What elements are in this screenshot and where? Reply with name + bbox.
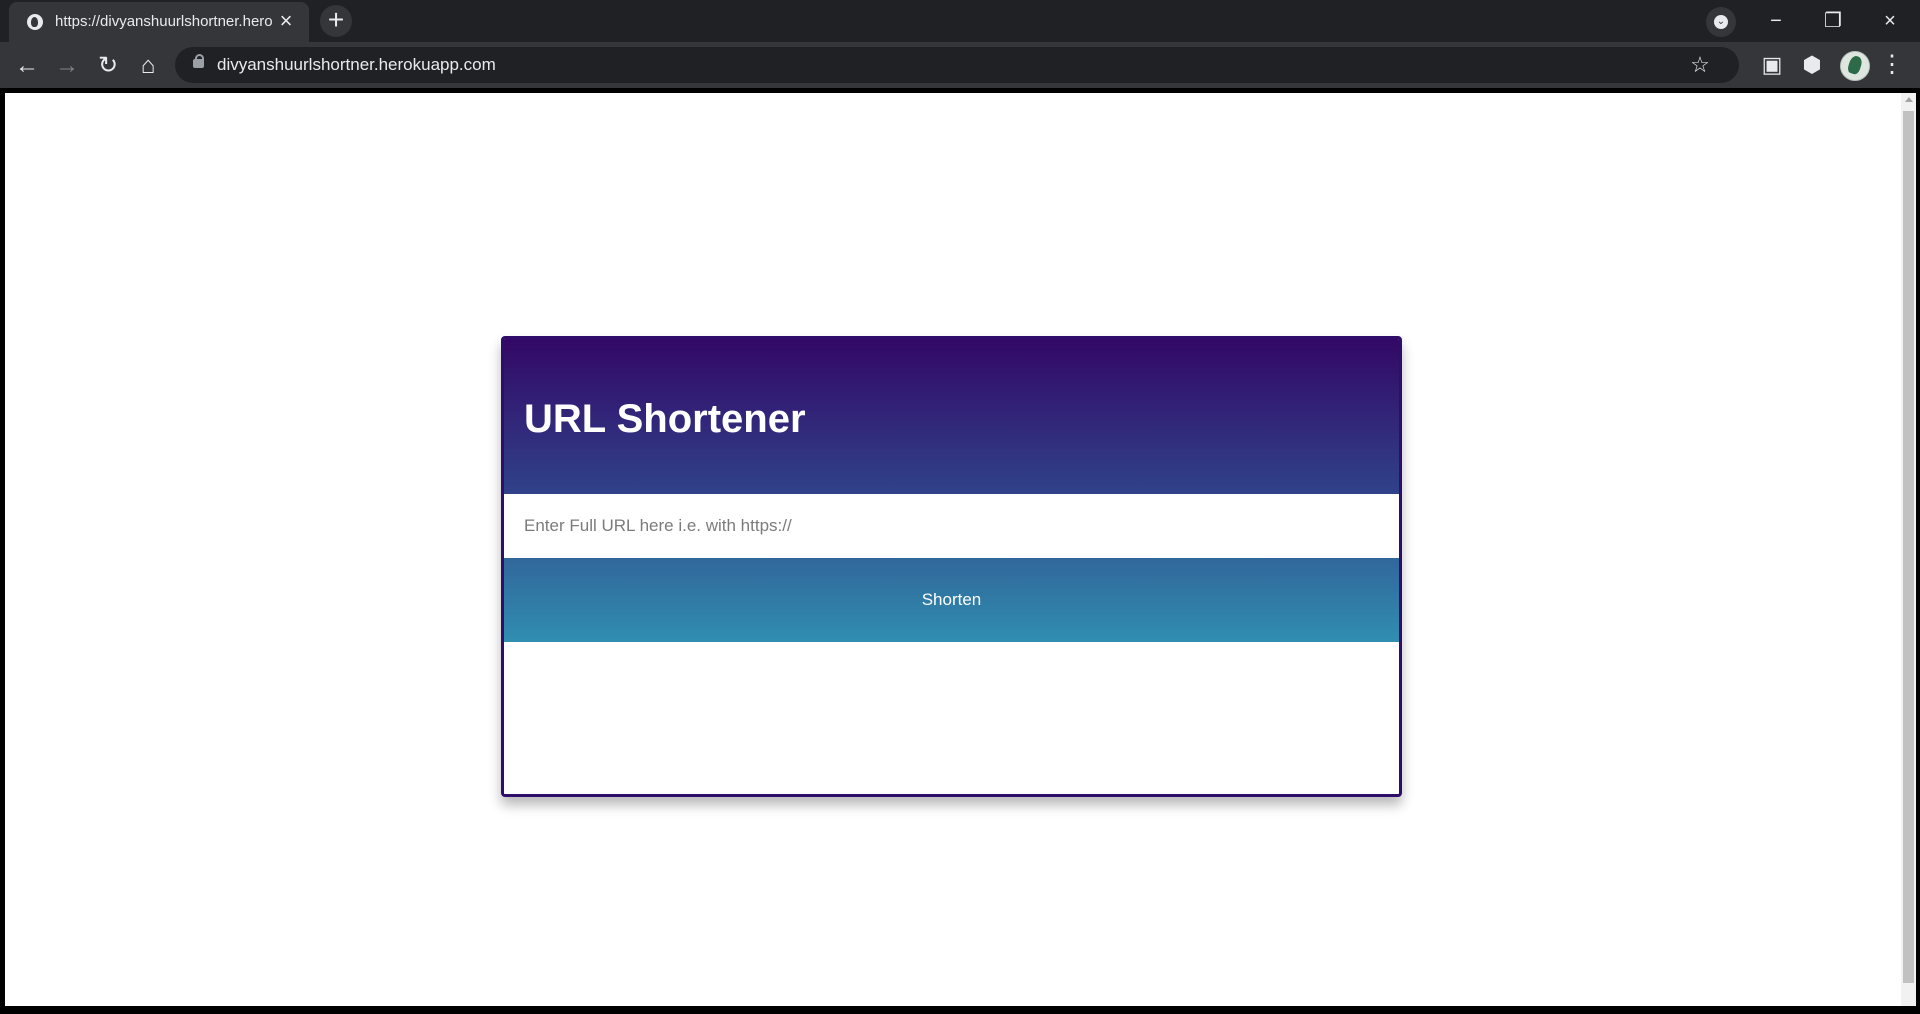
new-tab-button[interactable]: + — [320, 5, 352, 37]
browser-tab[interactable]: https://divyanshuurlshortner.herokuapp.c… — [9, 2, 309, 42]
minimize-icon[interactable]: − — [1754, 8, 1798, 34]
reading-list-icon[interactable]: ▣ — [1756, 49, 1788, 81]
card-header: URL Shortener — [504, 339, 1399, 494]
bookmark-star-icon[interactable]: ☆ — [1689, 52, 1711, 78]
lock-icon[interactable] — [193, 54, 204, 68]
restore-icon[interactable]: ❐ — [1811, 8, 1855, 34]
browser-titlebar: https://divyanshuurlshortner.herokuapp.c… — [0, 0, 1920, 42]
home-button[interactable]: ⌂ — [132, 50, 164, 82]
tab-search-button[interactable]: ⌄ — [1706, 7, 1736, 37]
address-bar[interactable]: divyanshuurlshortner.herokuapp.com ☆ — [175, 47, 1739, 83]
browser-toolbar: ← → ↻ ⌂ divyanshuurlshortner.herokuapp.c… — [0, 42, 1920, 88]
globe-icon — [27, 14, 43, 30]
page-viewport: URL Shortener Shorten — [5, 93, 1901, 1006]
url-input[interactable] — [504, 494, 1399, 558]
vertical-scrollbar[interactable] — [1901, 93, 1916, 1006]
result-area — [504, 642, 1399, 794]
shorten-button[interactable]: Shorten — [504, 558, 1399, 642]
address-url[interactable]: divyanshuurlshortner.herokuapp.com — [217, 55, 496, 75]
scroll-up-arrow-icon[interactable] — [1905, 97, 1913, 102]
scrollbar-thumb[interactable] — [1903, 111, 1914, 983]
back-button[interactable]: ← — [11, 50, 43, 82]
window-close-icon[interactable]: × — [1868, 8, 1912, 34]
extensions-icon[interactable]: ⬢ — [1796, 49, 1828, 81]
profile-avatar[interactable] — [1840, 51, 1870, 81]
reload-button[interactable]: ↻ — [92, 50, 124, 82]
tab-title: https://divyanshuurlshortner.herokuapp.c… — [55, 13, 273, 30]
url-shortener-card: URL Shortener Shorten — [501, 336, 1402, 797]
forward-button[interactable]: → — [51, 50, 83, 82]
browser-menu-icon[interactable]: ⋮ — [1880, 50, 1904, 82]
close-icon[interactable]: × — [276, 10, 296, 32]
chevron-down-icon: ⌄ — [1714, 15, 1728, 29]
page-title: URL Shortener — [524, 397, 806, 441]
